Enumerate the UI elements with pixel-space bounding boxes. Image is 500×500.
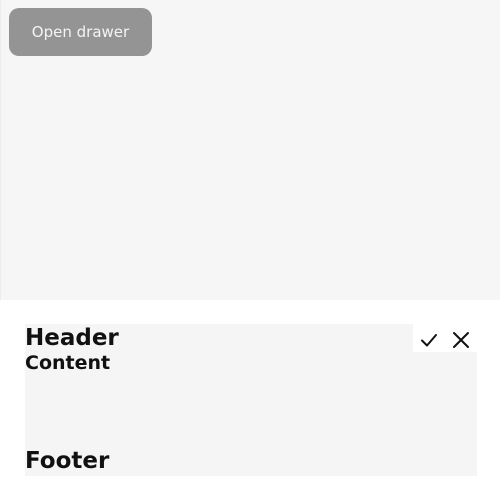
scrim-edge (0, 0, 1, 300)
drawer-header: Header (25, 324, 413, 352)
bottom-drawer: Header Content Footer (0, 300, 500, 500)
drawer-header-actions (413, 324, 477, 352)
check-icon (421, 334, 437, 347)
close-button[interactable] (445, 324, 477, 352)
confirm-button[interactable] (413, 324, 445, 352)
drawer-footer: Footer (25, 448, 110, 474)
drawer-body: Header Content Footer (25, 324, 477, 476)
close-icon (453, 332, 469, 348)
drawer-content: Content (25, 352, 111, 374)
app-page: Open drawer Header Content Footer (0, 0, 500, 500)
open-drawer-button[interactable]: Open drawer (9, 8, 152, 56)
drawer-header-title: Header (25, 325, 119, 351)
